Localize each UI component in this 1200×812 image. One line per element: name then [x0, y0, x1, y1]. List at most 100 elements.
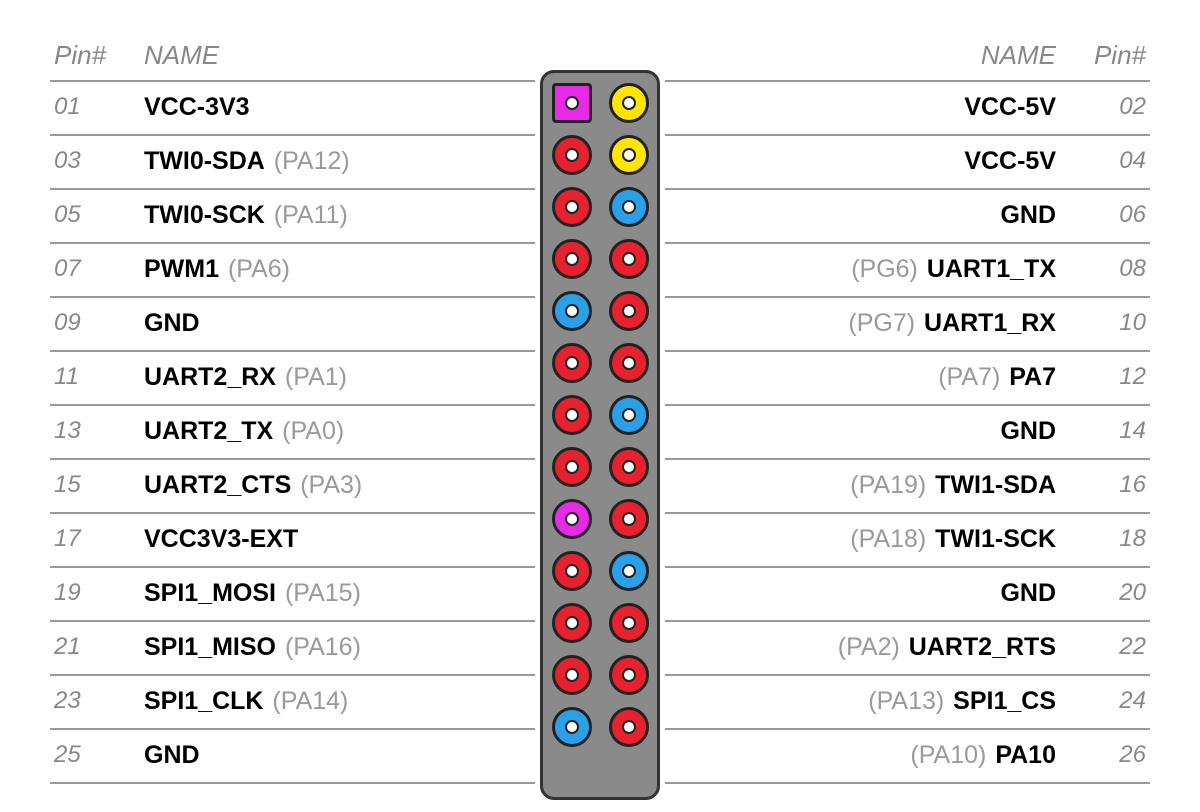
divider: [50, 620, 535, 622]
pin-number-right: 18: [1060, 525, 1150, 553]
pin-name-left: UART2_CTS (PA3): [140, 471, 540, 500]
divider: [665, 512, 1150, 514]
pin-name-right: GND: [660, 201, 1060, 230]
pin-number-left: 07: [50, 255, 140, 283]
pin-name-left: SPI1_MOSI (PA15): [140, 579, 540, 608]
connector-pin-icon: [552, 187, 592, 227]
pin-alt-label: (PA14): [265, 687, 348, 715]
pin-number-right: 16: [1060, 471, 1150, 499]
connector-body: [540, 70, 660, 800]
pin-alt-label: (PA18): [850, 525, 933, 553]
pin-alt-label: (PA13): [868, 687, 951, 715]
pin-name-label: GND: [144, 309, 200, 337]
pin-hole-icon: [565, 304, 579, 318]
connector-pin-icon: [609, 655, 649, 695]
pin-name-right: GND: [660, 417, 1060, 446]
divider: [665, 458, 1150, 460]
pin-name-label: GND: [1000, 579, 1056, 607]
pin-name-right: (PA19) TWI1-SDA: [660, 471, 1060, 500]
pin-number-right: 26: [1060, 741, 1150, 769]
header-name-right: NAME: [660, 40, 1060, 71]
pin-name-label: SPI1_CLK: [144, 687, 263, 715]
connector-pin-icon: [609, 83, 649, 123]
divider: [50, 728, 535, 730]
connector-pin-icon: [609, 447, 649, 487]
pin-number-right: 08: [1060, 255, 1150, 283]
divider: [50, 80, 535, 82]
pin-number-left: 25: [50, 741, 140, 769]
pin-alt-label: (PG6): [851, 255, 925, 283]
pin-hole-icon: [565, 356, 579, 370]
connector-pin-icon: [552, 135, 592, 175]
pin-hole-icon: [622, 720, 636, 734]
connector-pin-icon: [552, 239, 592, 279]
pin-name-label: UART2_RX: [144, 363, 276, 391]
pin-name-left: UART2_RX (PA1): [140, 363, 540, 392]
pin-alt-label: (PA3): [293, 471, 362, 499]
pin-name-right: (PG6) UART1_TX: [660, 255, 1060, 284]
divider: [50, 674, 535, 676]
pin-alt-label: (PA12): [267, 147, 350, 175]
connector-pin-icon: [552, 343, 592, 383]
pin-name-label: VCC-3V3: [144, 93, 250, 121]
header-name-left: NAME: [140, 40, 540, 71]
pin-number-left: 19: [50, 579, 140, 607]
divider: [50, 782, 535, 784]
pin-name-label: TWI0-SCK: [144, 201, 265, 229]
connector-pin-icon: [552, 395, 592, 435]
pin-alt-label: (PA15): [278, 579, 361, 607]
pin-alt-label: (PA16): [278, 633, 361, 661]
pin-name-left: TWI0-SDA (PA12): [140, 147, 540, 176]
pin-name-label: UART2_CTS: [144, 471, 291, 499]
pin-number-right: 02: [1060, 93, 1150, 121]
pin-alt-label: (PA7): [938, 363, 1007, 391]
pin-name-label: GND: [144, 741, 200, 769]
connector-pin-icon: [552, 603, 592, 643]
pin-name-label: PA10: [995, 741, 1056, 769]
divider: [665, 350, 1150, 352]
pin-hole-icon: [622, 304, 636, 318]
pin-number-right: 24: [1060, 687, 1150, 715]
divider: [665, 80, 1150, 82]
pin-hole-icon: [622, 460, 636, 474]
divider: [50, 134, 535, 136]
divider: [50, 566, 535, 568]
pin-hole-icon: [565, 564, 579, 578]
pin-number-left: 01: [50, 93, 140, 121]
pin-alt-label: (PA1): [278, 363, 347, 391]
pin-name-label: SPI1_CS: [953, 687, 1056, 715]
pin-number-right: 12: [1060, 363, 1150, 391]
divider: [50, 188, 535, 190]
pin-hole-icon: [622, 616, 636, 630]
pin-number-left: 23: [50, 687, 140, 715]
pin-number-left: 21: [50, 633, 140, 661]
connector-pin-icon: [552, 655, 592, 695]
pinout-diagram: Pin# NAME NAME Pin# 01VCC-3V3VCC-5V0203T…: [50, 30, 1150, 782]
connector-pin-icon: [552, 83, 592, 123]
pin-number-left: 11: [50, 363, 140, 391]
pin-number-right: 20: [1060, 579, 1150, 607]
pin-name-left: GND: [140, 741, 540, 770]
header-pin-right: Pin#: [1060, 40, 1150, 71]
pin-name-label: UART2_RTS: [909, 633, 1056, 661]
pin-name-right: VCC-5V: [660, 93, 1060, 122]
connector-pin-icon: [609, 499, 649, 539]
pin-hole-icon: [622, 252, 636, 266]
divider: [665, 134, 1150, 136]
pin-hole-icon: [565, 616, 579, 630]
pin-name-label: GND: [1000, 417, 1056, 445]
pin-alt-label: (PA11): [267, 201, 348, 229]
pin-hole-icon: [565, 200, 579, 214]
divider: [50, 242, 535, 244]
pin-number-right: 14: [1060, 417, 1150, 445]
connector-pins-grid: [543, 83, 657, 747]
pin-number-left: 13: [50, 417, 140, 445]
pin-name-label: VCC3V3-EXT: [144, 525, 298, 553]
divider: [665, 404, 1150, 406]
pin-name-label: GND: [1000, 201, 1056, 229]
pin-number-right: 04: [1060, 147, 1150, 175]
connector-pin-icon: [552, 291, 592, 331]
divider: [665, 296, 1150, 298]
connector-pin-icon: [609, 395, 649, 435]
connector-pin-icon: [609, 187, 649, 227]
